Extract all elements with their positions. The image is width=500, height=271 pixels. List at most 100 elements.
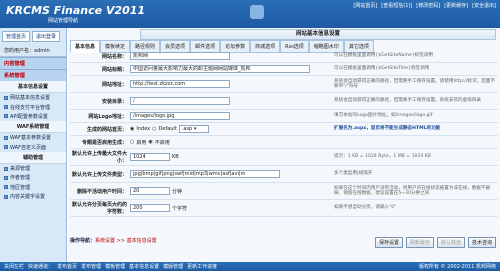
form-row: 默认允许分页每页大约的字符数： 200 个字符 如果不想自动分页，请输入"0" <box>70 200 498 217</box>
sidebar-item-site-info[interactable]: 网站基本信息设置 <box>0 93 66 102</box>
form-row: 默认允许上传最大文件大小： 1024 KB 提示：1 KB = 1024 Byte… <box>70 149 498 166</box>
sidebar-item-waf-pages[interactable]: WAF自定义页面 <box>0 143 66 152</box>
bullet-icon <box>4 185 8 190</box>
sidebar-item-label: API配置参数设置 <box>10 113 48 120</box>
section-label: 内容管理 <box>4 61 25 67</box>
inactive-time-input[interactable]: 20 <box>130 187 170 195</box>
save-button[interactable]: 保存设置 <box>374 237 403 248</box>
sidebar-item-author[interactable]: 作者管理 <box>0 173 66 182</box>
bullet-icon <box>4 194 8 199</box>
form-row: 专题是否启用生成： ○ 启用 ◉ 不启用 <box>70 136 498 149</box>
refresh-cache-button[interactable]: 刷新缓存 <box>405 237 434 248</box>
field-label: 网站名称： <box>101 53 127 60</box>
form-row: 安装目录： / 系统会自动获得正确的路径，但需要手工保存设置。系统安装的虚拟目录 <box>70 93 498 110</box>
logout-button[interactable]: 退出登录 <box>32 31 61 42</box>
field-label: 网站标题： <box>101 66 127 73</box>
footer-link[interactable]: 基本信息设置 <box>129 263 159 270</box>
site-title-input[interactable]: 中国访问量最大影响力最大的卸主题网网站媒体_凯邦 <box>130 65 310 73</box>
field-hint: 系统会自动获得正确的路径，但需要手工保存设置。请使用http://标识，后面不要… <box>334 78 496 90</box>
link-logout[interactable]: [安全退出] <box>472 2 496 9</box>
field-hint: 填写本站的Logo图片地址，如/images/logo.gif <box>334 113 433 119</box>
field-label: 安装目录： <box>101 98 127 105</box>
radio-label: 不启用 <box>154 139 170 146</box>
sidebar-item-api[interactable]: API配置参数设置 <box>0 112 66 121</box>
select-value: .asp <box>181 126 193 132</box>
field-label: 网站Logo地址： <box>88 113 127 120</box>
site-url-input[interactable]: http://test.zkzzz.com <box>130 80 230 88</box>
bullet-icon <box>4 135 8 140</box>
footer-bar: 关闭左栏 快速通道： 发布首页 发布管理 模板管理 基本信息设置 模版管理 更新… <box>0 262 500 271</box>
form-row: 默认允许上传文件类型： jpg|bmp|gif|png|swf|mid|mp3|… <box>70 166 498 183</box>
bullet-icon <box>4 166 8 171</box>
radio-index[interactable]: ◉ <box>130 126 134 132</box>
radio-label: Index <box>136 126 151 132</box>
bullet-icon <box>4 95 8 100</box>
sidebar-item-label: 地区管理 <box>10 184 31 191</box>
default-values-button[interactable]: 默认数值 <box>436 237 465 248</box>
action-buttons: 保存设置 刷新缓存 默认数值 技术咨询 <box>374 237 496 248</box>
sidebar-item-waf-params[interactable]: WAF基本参数设置 <box>0 133 66 142</box>
link-messages[interactable]: [查看短信(1)] <box>381 2 412 9</box>
tech-support-button[interactable]: 技术咨询 <box>467 237 496 248</box>
sidebar-item-source[interactable]: 来源管理 <box>0 164 66 173</box>
field-hint: 提示：1 KB = 1024 Byte，1 MB = 1024 KB <box>334 154 431 160</box>
form-row: 删除不活动用户时间： 20 分钟 如果在这个时间内用户没有活动，则用户的在线状态被… <box>70 183 498 200</box>
page-chars-input[interactable]: 200 <box>130 204 170 212</box>
field-hint: 可以在模板里面调用{$GetSiteTitle}标签调用 <box>334 66 430 72</box>
footer-link[interactable]: 模版管理 <box>163 263 183 270</box>
admin-home-button[interactable]: 管理首页 <box>2 31 31 42</box>
site-name-input[interactable]: 凯邦网 <box>130 52 230 60</box>
footer-label: 快速通道： <box>28 264 54 270</box>
unit-label: KB <box>172 154 179 160</box>
bullet-icon <box>4 114 8 119</box>
form-row: 生成的网站首页： ◉ Index ○ Default .asp ▾ 扩展名为.asp… <box>70 123 498 136</box>
sidebar-item-label: WAF基本参数设置 <box>10 135 51 142</box>
footer-link[interactable]: 发布管理 <box>81 263 101 270</box>
field-label: 专题是否启用生成： <box>81 139 127 146</box>
sidebar-section-system[interactable]: 系统管理 <box>0 69 66 81</box>
form-row: 网站名称： 凯邦网 可以在模板里面调用{$GetSiteName}标签调用 <box>70 50 498 63</box>
sidebar-item-region[interactable]: 地区管理 <box>0 183 66 192</box>
settings-form: 网站名称： 凯邦网 可以在模板里面调用{$GetSiteName}标签调用 网站… <box>70 50 498 217</box>
current-user: 您的用户名：admin <box>0 45 66 57</box>
form-row: 网站地址： http://test.zkzzz.com 系统会自动获得正确的路径… <box>70 76 498 93</box>
install-dir-input[interactable]: / <box>130 97 230 105</box>
radio-default[interactable]: ○ <box>152 126 156 132</box>
footer-link[interactable]: 发布首页 <box>57 263 77 270</box>
bullet-icon <box>4 175 8 180</box>
field-hint: 扩展名为.aspx，首页将不能生成静态HTML的功能 <box>334 126 441 132</box>
globe-icon <box>250 5 264 19</box>
form-row: 网站标题： 中国访问量最大影响力最大的卸主题网网站媒体_凯邦 可以在模板里面调用… <box>70 63 498 76</box>
file-types-input[interactable]: jpg|bmp|gif|png|swf|mid|mp3|wmv|asf|avi|… <box>130 170 280 178</box>
sidebar-section-content[interactable]: 内容管理 <box>0 57 66 69</box>
sidebar-item-label: WAF自定义页面 <box>10 144 46 151</box>
sidebar-item-keywords[interactable]: 内容关键字设置 <box>0 192 66 201</box>
link-update-cache[interactable]: [更新缓存] <box>444 2 468 9</box>
sidebar-item-label: 内容关键字设置 <box>10 194 46 201</box>
sidebar: 管理首页 退出登录 您的用户名：admin 内容管理 系统管理 基本信息设置 网… <box>0 28 67 262</box>
sidebar-item-label: 网站基本信息设置 <box>10 95 51 102</box>
field-label: 默认允许上传最大文件大小： <box>71 151 127 164</box>
breadcrumb-path[interactable]: 系统设置 >> 基本信息设置 <box>95 238 157 244</box>
footer-link[interactable]: 模板管理 <box>105 263 125 270</box>
radio-enable[interactable]: ○ <box>130 139 134 145</box>
extension-select[interactable]: .asp ▾ <box>178 125 209 133</box>
link-site-home[interactable]: [网站首页] <box>353 2 377 9</box>
sidebar-item-label: 作者管理 <box>10 175 31 182</box>
radio-disable[interactable]: ◉ <box>148 139 152 145</box>
radio-label: Default <box>158 126 177 132</box>
sidebar-sub-aux: 辅助管理 <box>0 151 66 164</box>
link-change-password[interactable]: [修改密码] <box>416 2 440 9</box>
max-upload-input[interactable]: 1024 <box>130 153 170 161</box>
close-left-link[interactable]: 关闭左栏 <box>4 263 24 270</box>
field-label: 生成的网站首页： <box>86 126 127 133</box>
field-hint: 多个类型用|线隔开 <box>334 171 373 177</box>
sidebar-sub-waf: WAF系统管理 <box>0 121 66 134</box>
main-panel: 网站基本信息设置 基本信息 模板续定 路径规则 会员选项 邮件选项 论坛参数 商… <box>68 28 500 262</box>
logo-url-input[interactable]: /images/logo.jpg <box>130 112 230 120</box>
page-title: 网站基本信息设置 <box>140 29 496 40</box>
footer-link[interactable]: 更新工作进度 <box>187 263 217 270</box>
field-label: 默认允许上传文件类型： <box>71 171 127 178</box>
sidebar-item-payment[interactable]: 在线支付平台管理 <box>0 102 66 111</box>
field-hint: 如果不想自动分页，请输入"0" <box>334 205 397 211</box>
